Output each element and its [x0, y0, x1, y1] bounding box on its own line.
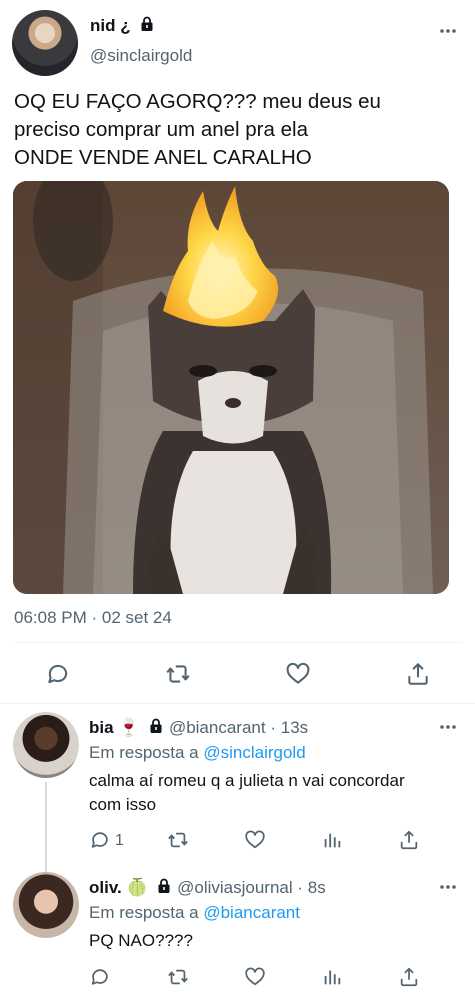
- reply-author-emoji: 🍈: [126, 878, 148, 897]
- like-button[interactable]: [244, 966, 266, 988]
- reply-avatar[interactable]: [13, 872, 79, 938]
- reply-icon: [89, 829, 111, 851]
- views-button[interactable]: [321, 966, 343, 988]
- retweet-icon: [167, 829, 189, 851]
- author-name[interactable]: nid ¿: [90, 16, 155, 36]
- reply-icon: [89, 966, 111, 988]
- like-icon: [285, 661, 311, 687]
- more-icon[interactable]: [439, 882, 457, 892]
- author-name-text[interactable]: nid ¿: [90, 16, 131, 35]
- retweet-button[interactable]: [165, 661, 191, 687]
- replying-to-mention[interactable]: @sinclairgold: [203, 743, 305, 762]
- share-icon: [405, 661, 431, 687]
- views-icon: [321, 966, 343, 988]
- tweet-text-line: preciso comprar um anel pra ela: [14, 118, 308, 141]
- lock-icon: [156, 878, 172, 894]
- reply-count: 1: [115, 832, 124, 849]
- reply-header: bia 🍷 @biancarant · 13s: [89, 718, 308, 738]
- reply-button[interactable]: [89, 829, 111, 851]
- thread-line: [45, 782, 47, 880]
- reply-text-line: PQ NAO????: [89, 931, 193, 950]
- like-button[interactable]: [285, 661, 311, 687]
- divider: [14, 642, 461, 643]
- reply-button[interactable]: [45, 661, 71, 687]
- like-icon: [244, 966, 266, 988]
- reply-text: calma aí romeu q a julieta n vai concord…: [89, 769, 459, 817]
- views-icon: [321, 829, 343, 851]
- lock-icon: [139, 16, 155, 32]
- tweet-image-cat-with-flaming-head[interactable]: [13, 181, 449, 594]
- separator-dot: ·: [270, 718, 276, 737]
- retweet-icon: [165, 661, 191, 687]
- replying-to-label: Em resposta a: [89, 743, 199, 762]
- author-avatar[interactable]: [12, 10, 78, 76]
- like-button[interactable]: [244, 829, 266, 851]
- reply-text: PQ NAO????: [89, 929, 459, 953]
- retweet-button[interactable]: [167, 829, 189, 851]
- reply-author-handle[interactable]: @oliviasjournal: [177, 878, 293, 897]
- more-icon[interactable]: [439, 26, 457, 36]
- cat-photo: [13, 181, 449, 594]
- tweet-text-line: ONDE VENDE ANEL CARALHO: [14, 146, 312, 169]
- reply-author-handle[interactable]: @biancarant: [169, 718, 266, 737]
- replying-to-label: Em resposta a: [89, 903, 199, 922]
- share-button[interactable]: [398, 829, 420, 851]
- more-icon[interactable]: [439, 722, 457, 732]
- reply-author-name[interactable]: bia: [89, 718, 114, 737]
- tweet-timestamp[interactable]: 06:08 PM · 02 set 24: [14, 608, 172, 628]
- replying-to-mention[interactable]: @biancarant: [203, 903, 300, 922]
- author-handle[interactable]: @sinclairgold: [90, 46, 192, 66]
- reply-avatar[interactable]: [13, 712, 79, 778]
- retweet-button[interactable]: [167, 966, 189, 988]
- share-icon: [398, 966, 420, 988]
- replying-to: Em resposta a @sinclairgold: [89, 743, 306, 763]
- share-button[interactable]: [398, 966, 420, 988]
- retweet-icon: [167, 966, 189, 988]
- like-icon: [244, 829, 266, 851]
- lock-icon: [148, 718, 164, 734]
- views-button[interactable]: [321, 829, 343, 851]
- reply-author-name[interactable]: oliv.: [89, 878, 122, 897]
- reply-header: oliv. 🍈 @oliviasjournal · 8s: [89, 878, 326, 898]
- separator-dot: ·: [297, 878, 304, 897]
- reply-author-emoji: 🍷: [118, 718, 140, 737]
- reply-button[interactable]: [89, 966, 111, 988]
- reply-time[interactable]: 13s: [281, 718, 308, 737]
- tweet-text-line: OQ EU FAÇO AGORQ??? meu deus eu: [14, 90, 381, 113]
- replying-to: Em resposta a @biancarant: [89, 903, 300, 923]
- divider: [0, 703, 475, 704]
- reply-time[interactable]: 8s: [308, 878, 326, 897]
- reply-icon: [45, 661, 71, 687]
- share-icon: [398, 829, 420, 851]
- tweet-text: OQ EU FAÇO AGORQ??? meu deus eu preciso …: [14, 88, 464, 172]
- share-button[interactable]: [405, 661, 431, 687]
- reply-text-line: calma aí romeu q a julieta n vai concord…: [89, 771, 405, 790]
- reply-text-line: com isso: [89, 795, 157, 814]
